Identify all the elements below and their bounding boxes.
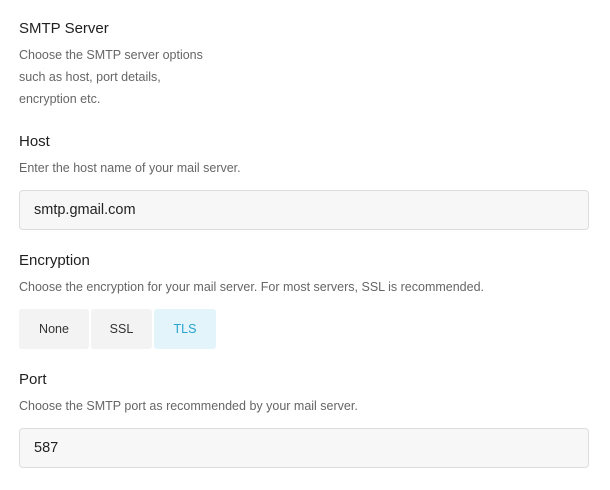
encryption-description: Choose the encryption for your mail serv… [19, 280, 484, 294]
port-label: Port [19, 371, 47, 388]
host-description: Enter the host name of your mail server. [19, 161, 241, 175]
encryption-label: Encryption [19, 252, 90, 269]
host-label: Host [19, 133, 50, 150]
encryption-segmented-control: None SSL TLS [19, 309, 216, 349]
smtp-server-description-line: encryption etc. [19, 92, 101, 106]
smtp-server-description: Choose the SMTP server options such as h… [19, 44, 203, 110]
smtp-server-description-line: Choose the SMTP server options [19, 48, 203, 62]
encryption-option-ssl[interactable]: SSL [91, 309, 152, 349]
port-input[interactable] [19, 428, 589, 468]
smtp-server-description-line: such as host, port details, [19, 70, 161, 84]
port-description: Choose the SMTP port as recommended by y… [19, 399, 358, 413]
encryption-option-none[interactable]: None [19, 309, 89, 349]
encryption-option-tls[interactable]: TLS [154, 309, 216, 349]
host-input[interactable] [19, 190, 589, 230]
smtp-server-title: SMTP Server [19, 20, 109, 37]
